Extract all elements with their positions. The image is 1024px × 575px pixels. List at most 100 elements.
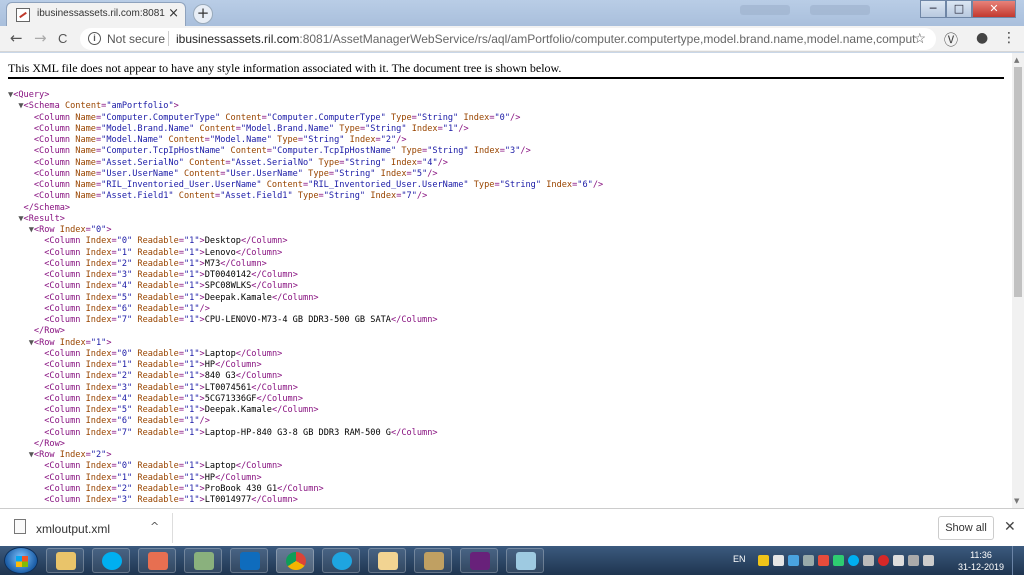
- xml-attr-name: Readable: [137, 382, 179, 393]
- xml-text: Laptop: [204, 348, 236, 359]
- show-all-button[interactable]: Show all: [938, 516, 994, 540]
- xml-attr-name: Type: [473, 180, 495, 190]
- xml-tag: <Column: [44, 292, 86, 303]
- xml-text: LT0014977: [204, 495, 252, 505]
- xml-tag: <Column: [44, 360, 86, 370]
- tray-volume-icon[interactable]: [803, 555, 814, 566]
- xml-attr-value: "1": [116, 247, 133, 258]
- taskbar-outlook-button[interactable]: [230, 548, 268, 573]
- tray-display-icon[interactable]: [908, 555, 919, 566]
- scrollbar-thumb[interactable]: [1014, 67, 1022, 297]
- tray-network-icon[interactable]: [773, 555, 784, 566]
- document-favicon-icon: [16, 8, 30, 22]
- taskbar-visual-studio-button[interactable]: [460, 548, 498, 573]
- xml-attr-name: Content: [64, 101, 102, 112]
- xml-attr-name: Name: [75, 146, 96, 157]
- tray-alert-icon[interactable]: [818, 555, 829, 566]
- new-tab-button[interactable]: +: [193, 4, 213, 24]
- xml-attr-value: "Model.Name": [209, 135, 272, 145]
- xml-line: ▼<Schema Content="amPortfolio">: [8, 101, 603, 112]
- scroll-down-arrow-icon[interactable]: ▼: [1014, 497, 1019, 505]
- reload-icon[interactable]: C: [58, 31, 67, 46]
- tab-close-icon[interactable]: ×: [168, 6, 179, 21]
- xml-attr-name: Content: [168, 135, 205, 145]
- tray-shield-icon[interactable]: [758, 555, 769, 566]
- xml-attr-name: Type: [339, 123, 360, 134]
- url-host: ibusinessassets.ril.com: [176, 32, 300, 46]
- download-filename[interactable]: xmloutput.xml: [36, 522, 110, 536]
- scroll-up-arrow-icon[interactable]: ▲: [1014, 56, 1019, 64]
- xml-text: Laptop: [204, 461, 236, 472]
- taskbar-skype-button[interactable]: [92, 548, 130, 573]
- internet-explorer-icon: [332, 552, 352, 570]
- vpn-extension-icon[interactable]: Ⓥ: [944, 30, 958, 50]
- xml-line: <Column Name="Model.Name" Content="Model…: [8, 135, 603, 146]
- forward-arrow-icon[interactable]: →: [34, 29, 47, 47]
- xml-attr-value: "1": [184, 461, 200, 472]
- security-label[interactable]: Not secure: [107, 32, 165, 46]
- xml-attr-name: Name: [75, 191, 96, 202]
- tray-outlook-icon[interactable]: [788, 555, 799, 566]
- browser-menu-icon[interactable]: ⋮: [1002, 30, 1016, 46]
- xml-tag: </Column>: [215, 360, 262, 370]
- xml-line: <Column Index="6" Readable="1"/>: [8, 416, 603, 427]
- tray-sync-icon[interactable]: [833, 555, 844, 566]
- xml-line: <Column Index="4" Readable="1">5CG71336G…: [8, 394, 603, 405]
- media-player-icon: [148, 552, 168, 570]
- info-icon[interactable]: i: [88, 32, 101, 45]
- xml-attr-name: Index: [85, 371, 112, 382]
- xml-attr-name: Index: [85, 483, 112, 494]
- address-bar[interactable]: i Not secure ibusinessassets.ril.com:808…: [80, 28, 936, 50]
- xml-attr-value: "User.UserName": [225, 168, 303, 179]
- xml-tag: <Column: [44, 416, 86, 427]
- xml-line: </Schema>: [8, 203, 603, 214]
- taskbar-notes-button[interactable]: [506, 548, 544, 573]
- bookmark-star-icon[interactable]: ☆: [913, 30, 926, 47]
- download-options-chevron-icon[interactable]: ^: [150, 520, 159, 533]
- close-shelf-icon[interactable]: ✕: [1004, 519, 1016, 535]
- xml-tag: <Column: [44, 247, 86, 258]
- tray-battery-icon[interactable]: [863, 555, 874, 566]
- taskbar-ie-button[interactable]: [322, 548, 360, 573]
- taskbar-files-button[interactable]: [368, 548, 406, 573]
- xml-attr-name: Type: [390, 112, 412, 123]
- back-arrow-icon[interactable]: ←: [10, 29, 23, 47]
- xml-attr-name: Index: [85, 405, 112, 415]
- xml-line: <Column Index="3" Readable="1">DT0040142…: [8, 270, 603, 281]
- xml-indent: [8, 371, 44, 381]
- xml-attr-value: "Model.Name": [101, 135, 164, 145]
- taskbar-control-panel-button[interactable]: [184, 548, 222, 573]
- show-desktop-button[interactable]: [1012, 546, 1024, 575]
- xml-tag: <Column: [33, 157, 76, 168]
- minimize-button[interactable]: ─: [920, 0, 946, 18]
- vertical-scrollbar[interactable]: ▲ ▼: [1012, 53, 1024, 508]
- profile-avatar-icon[interactable]: ●: [976, 30, 988, 46]
- xml-attr-name: Name: [75, 135, 96, 145]
- taskbar-media-player-button[interactable]: [138, 548, 176, 573]
- xml-indent: [8, 180, 34, 190]
- input-language-indicator[interactable]: EN: [733, 554, 746, 564]
- tray-skype-icon[interactable]: [848, 555, 859, 566]
- taskbar-explorer-button[interactable]: [46, 548, 84, 573]
- xml-attr-value: "1": [184, 281, 200, 292]
- tray-stop-icon[interactable]: [878, 555, 889, 566]
- tray-flag-icon[interactable]: [893, 555, 904, 566]
- xml-attr-value: "2": [116, 371, 133, 382]
- xml-attr-value: "7": [116, 427, 133, 438]
- start-button[interactable]: [4, 547, 38, 574]
- taskbar-chrome-button[interactable]: [276, 548, 314, 573]
- notes-icon: [516, 552, 536, 570]
- tray-speaker-icon[interactable]: [923, 555, 934, 566]
- taskbar-clock[interactable]: 11:36 31-12-2019: [955, 549, 1007, 573]
- xml-text: DT0040142: [204, 270, 252, 280]
- taskbar-tools-button[interactable]: [414, 548, 452, 573]
- window-close-button[interactable]: ✕: [972, 0, 1016, 18]
- clock-date: 31-12-2019: [957, 562, 1005, 572]
- xml-attr-name: Index: [380, 168, 407, 179]
- xml-attr-name: Content: [230, 146, 267, 157]
- xml-indent: [8, 450, 29, 460]
- url-text[interactable]: ibusinessassets.ril.com:8081/AssetManage…: [176, 32, 916, 46]
- xml-attr-name: Readable: [137, 472, 179, 483]
- maximize-button[interactable]: □: [946, 0, 972, 18]
- tab-xml-output[interactable]: ibusinessassets.ril.com:8081/AssetManage…: [6, 2, 186, 26]
